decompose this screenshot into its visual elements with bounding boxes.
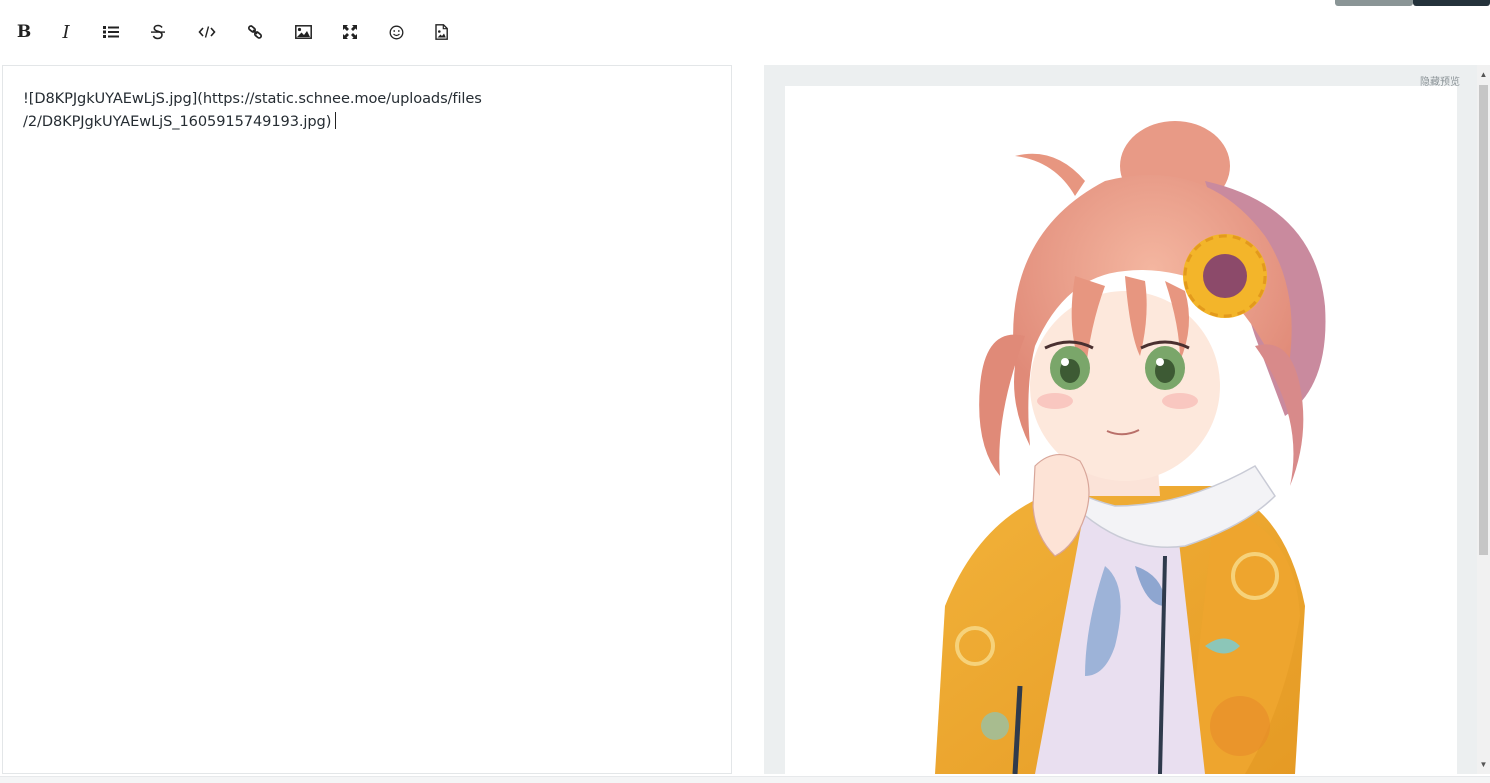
preview-scrollbar[interactable]: ▲ ▼ <box>1477 65 1490 774</box>
markdown-preview: 隐藏预览 <box>764 65 1490 774</box>
markdown-editor[interactable]: ![D8KPJgkUYAEwLjS.jpg](https://static.sc… <box>2 65 732 774</box>
strikethrough-button[interactable] <box>145 19 171 45</box>
editor-line-2: /2/D8KPJgkUYAEwLjS_1605915749193.jpg) <box>23 110 703 133</box>
editor-content[interactable]: ![D8KPJgkUYAEwLjS.jpg](https://static.sc… <box>23 87 703 133</box>
italic-button[interactable]: I <box>53 19 79 45</box>
italic-icon: I <box>62 21 70 43</box>
editor-toolbar: B I <box>0 0 470 64</box>
list-button[interactable] <box>98 19 124 45</box>
link-button[interactable] <box>242 19 268 45</box>
code-icon <box>198 26 216 38</box>
strikethrough-icon <box>151 24 165 40</box>
editor-line-1: ![D8KPJgkUYAEwLjS.jpg](https://static.sc… <box>23 90 482 107</box>
scrollbar-thumb[interactable] <box>1479 85 1488 555</box>
fullscreen-button[interactable] <box>337 19 363 45</box>
code-button[interactable] <box>194 19 220 45</box>
image-icon <box>294 25 312 39</box>
preview-image <box>785 86 1457 774</box>
link-icon <box>248 25 262 39</box>
top-secondary-button[interactable] <box>1335 0 1413 6</box>
bold-icon: B <box>16 22 32 42</box>
emoji-icon <box>389 25 403 39</box>
scroll-down-arrow[interactable]: ▼ <box>1477 758 1490 771</box>
fullscreen-icon <box>343 25 357 39</box>
editor-line-2-text: /2/D8KPJgkUYAEwLjS_1605915749193.jpg) <box>23 113 332 130</box>
list-icon <box>103 26 119 38</box>
scroll-up-arrow[interactable]: ▲ <box>1477 68 1490 81</box>
image-button[interactable] <box>290 19 316 45</box>
bold-button[interactable]: B <box>11 19 37 45</box>
file-image-icon <box>434 24 448 40</box>
top-primary-button[interactable] <box>1413 0 1490 6</box>
emoji-button[interactable] <box>383 19 409 45</box>
anime-girl-illustration <box>935 121 1326 774</box>
text-caret <box>335 112 337 129</box>
file-image-button[interactable] <box>428 19 454 45</box>
